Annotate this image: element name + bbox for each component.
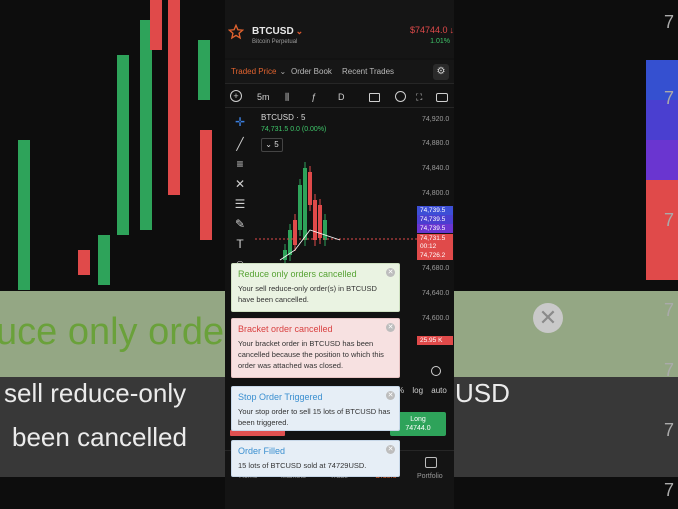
toast-title: Bracket order cancelled <box>238 324 333 334</box>
price-axis-tick: 74,800.0 <box>422 190 450 197</box>
interval-selector[interactable]: 5m <box>257 90 270 104</box>
background-axis-digit: 7 <box>663 210 674 230</box>
fx-indicators-icon[interactable]: ƒ <box>311 90 316 104</box>
tab-recent-trades[interactable]: Recent Trades <box>342 67 394 76</box>
tab-traded-price[interactable]: Traded Price ⌄ <box>231 67 286 76</box>
chevron-down-icon: ⌄ <box>279 67 287 76</box>
pattern-icon[interactable]: ✕ <box>233 177 247 191</box>
drawing-d-icon[interactable]: D <box>338 90 345 104</box>
templates-icon[interactable] <box>395 91 406 102</box>
background-close-icon: ✕ <box>533 303 563 333</box>
price-axis-tick: 74,680.0 <box>422 265 450 272</box>
chart-tabs: Traded Price ⌄ Order Book Recent Trades ⚙ <box>225 60 454 84</box>
last-price: $74744.0 ↓ <box>410 25 454 35</box>
close-icon[interactable]: ✕ <box>386 445 395 454</box>
background-tag-violet <box>646 140 678 180</box>
chart-title: BTCUSD · 5 <box>261 113 306 122</box>
camera-icon[interactable] <box>436 93 448 102</box>
scale-options: % log auto <box>397 386 447 395</box>
toast-stop-order-triggered[interactable]: Stop Order Triggered Your stop order to … <box>231 386 400 431</box>
price-axis-tick: 74,880.0 <box>422 140 450 147</box>
background-candle <box>150 0 162 50</box>
chart-toolbar: + 5m ⫼ ƒ D ⛶ <box>225 86 454 108</box>
background-axis-digit: 7 <box>663 420 674 440</box>
close-icon[interactable]: ✕ <box>386 391 395 400</box>
close-icon[interactable]: ✕ <box>386 268 395 277</box>
background-text-4: USD <box>455 378 510 408</box>
candle-type-icon[interactable]: ⫼ <box>285 90 289 104</box>
toast-body: Your bracket order in BTCUSD has been ca… <box>238 339 384 370</box>
chart-settings-icon[interactable] <box>431 366 441 376</box>
toast-title: Reduce only orders cancelled <box>238 269 357 279</box>
price-tag: 74,739.5 <box>417 206 453 215</box>
favorite-star-icon[interactable] <box>228 24 244 40</box>
fullscreen-icon[interactable]: ⛶ <box>416 90 422 104</box>
scale-auto[interactable]: auto <box>431 386 447 395</box>
nav-portfolio-label: Portfolio <box>417 473 443 480</box>
toast-bracket-cancelled[interactable]: Bracket order cancelled Your bracket ord… <box>231 318 400 378</box>
tab-traded-price-label: Traded Price <box>231 67 277 76</box>
horizontal-lines-icon[interactable]: ≡ <box>233 157 247 171</box>
background-axis-digit: 7 <box>663 480 674 500</box>
chevron-down-icon: ⌄ <box>265 140 272 149</box>
last-price-value: $74744.0 <box>409 25 448 35</box>
background-candle <box>140 20 152 230</box>
toast-body: Your sell reduce-only order(s) in BTCUSD… <box>238 284 377 304</box>
toast-reduce-only-cancelled[interactable]: Reduce only orders cancelled Your sell r… <box>231 263 400 312</box>
price-change: 1.01% <box>430 38 450 45</box>
background-axis-digit: 7 <box>663 88 674 108</box>
brush-icon[interactable]: ✎ <box>233 217 247 231</box>
phone-screen: BTCUSD ⌄ Bitcoin Perpetual $74744.0 ↓ 1.01… <box>225 0 454 509</box>
background-candle <box>168 0 180 195</box>
scale-log[interactable]: log <box>412 386 423 395</box>
background-text-2: sell reduce-only <box>4 378 187 408</box>
volume-tag: 25.95 K <box>417 336 453 345</box>
background-candle <box>98 235 110 285</box>
symbol-subtitle: Bitcoin Perpetual <box>252 39 298 45</box>
chevron-down-icon: ⌄ <box>295 26 304 36</box>
price-tag: 00:12 <box>417 242 453 251</box>
close-icon[interactable]: ✕ <box>386 323 395 332</box>
background-text-1: uce only orders <box>0 311 256 353</box>
layout-icon[interactable] <box>369 93 380 102</box>
background-text-3: been cancelled <box>12 422 187 452</box>
background-candle <box>78 250 90 275</box>
toast-body: Your stop order to sell 15 lots of BTCUS… <box>238 407 391 427</box>
background-axis-digit: 7 <box>663 360 674 380</box>
symbol-label: BTCUSD <box>252 26 294 37</box>
background-candle <box>198 40 210 100</box>
fib-icon[interactable]: ☰ <box>233 197 247 211</box>
symbol-selector[interactable]: BTCUSD ⌄ <box>252 26 303 37</box>
chart-ohlc: 74,731.5 0.0 (0.00%) <box>261 126 327 133</box>
price-axis-tick: 74,920.0 <box>422 116 450 123</box>
price-tag: 74,739.5 <box>417 215 453 224</box>
toast-order-filled[interactable]: Order Filled 15 lots of BTCUSD sold at 7… <box>231 440 400 477</box>
background-candle <box>18 140 30 290</box>
price-tag: 74,739.5 <box>417 224 453 233</box>
portfolio-icon <box>425 457 437 468</box>
toast-body: 15 lots of BTCUSD sold at 74729USD. <box>238 461 367 470</box>
settings-gear-icon[interactable]: ⚙ <box>433 64 449 80</box>
text-tool-icon[interactable]: T <box>233 237 247 251</box>
background-axis-digit: 7 <box>663 300 674 320</box>
background-axis-digit: 7 <box>663 12 674 32</box>
toast-title: Order Filled <box>238 446 286 456</box>
collapse-indicators-button[interactable]: ⌄ 5 <box>261 138 283 152</box>
background-candle <box>117 55 129 235</box>
add-indicator-icon[interactable]: + <box>230 90 242 102</box>
tab-order-book[interactable]: Order Book <box>291 67 332 76</box>
crosshair-icon[interactable]: ✛ <box>233 115 247 129</box>
background-candle <box>200 130 212 240</box>
price-axis-tick: 74,600.0 <box>422 315 450 322</box>
price-axis-tick: 74,640.0 <box>422 290 450 297</box>
toast-title: Stop Order Triggered <box>238 392 323 402</box>
collapse-count: 5 <box>274 140 279 149</box>
price-axis-tick: 74,840.0 <box>422 165 450 172</box>
arrow-down-icon: ↓ <box>449 25 455 35</box>
top-bar: BTCUSD ⌄ Bitcoin Perpetual $74744.0 ↓ 1.01… <box>225 0 454 58</box>
trendline-icon[interactable]: ╱ <box>233 137 247 151</box>
price-tag: 74,726.2 <box>417 251 453 260</box>
